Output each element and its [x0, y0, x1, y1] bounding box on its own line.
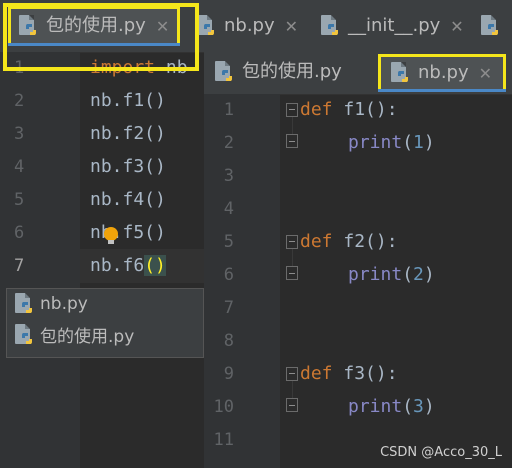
matched-paren: () — [144, 255, 166, 276]
autocomplete-label: nb.py — [40, 294, 88, 314]
line-number: 7 — [223, 298, 234, 318]
builtin-call: print — [348, 132, 403, 153]
close-icon[interactable]: ✕ — [450, 17, 463, 36]
tab-label: nb.py — [418, 62, 469, 83]
fold-toggle-icon[interactable] — [286, 367, 298, 381]
close-icon[interactable]: ✕ — [285, 17, 298, 36]
line-number: 1 — [223, 100, 234, 120]
python-file-icon — [214, 61, 234, 83]
builtin-call: print — [348, 264, 403, 285]
number-literal: 3 — [413, 396, 424, 417]
line-number: 8 — [223, 331, 234, 351]
line-number: 6 — [14, 223, 25, 243]
code-line[interactable]: nb.f4() — [90, 189, 166, 210]
number-literal: 1 — [413, 132, 424, 153]
line-number: 2 — [223, 133, 234, 153]
line-number: 3 — [14, 124, 25, 144]
tab-baodeshiyong[interactable]: 包的使用.py — [214, 52, 342, 92]
autocomplete-item[interactable]: nb.py — [14, 293, 88, 315]
function-signature: f3(): — [332, 363, 398, 384]
code-line[interactable]: print(1) — [348, 132, 435, 153]
keyword: def — [300, 231, 333, 252]
code-line[interactable]: nb.f1() — [90, 90, 166, 111]
line-number: 9 — [223, 364, 234, 384]
builtin-call: print — [348, 396, 403, 417]
python-file-icon — [14, 323, 34, 346]
tab-label: __init__.py — [348, 15, 441, 36]
code-line[interactable]: def f2(): — [300, 231, 398, 252]
line-number: 4 — [14, 157, 25, 177]
line-number: 3 — [223, 166, 234, 186]
code-text: nb.f6 — [90, 255, 145, 276]
fold-guide — [292, 116, 293, 134]
code-line[interactable]: print(3) — [348, 396, 435, 417]
python-file-icon — [480, 15, 500, 37]
fold-guide — [292, 248, 293, 266]
python-file-icon — [14, 293, 34, 315]
code-line[interactable]: def f3(): — [300, 363, 398, 384]
line-number: 5 — [223, 232, 234, 252]
tab-nb[interactable]: nb.py ✕ — [196, 6, 298, 46]
autocomplete-item[interactable]: 包的使用.py — [14, 322, 134, 347]
tab-label: 包的使用.py — [242, 61, 342, 82]
tab-overflow[interactable] — [480, 6, 500, 46]
number-literal: 2 — [413, 264, 424, 285]
function-signature: f1(): — [332, 99, 398, 120]
line-number: 6 — [223, 265, 234, 285]
code-line[interactable]: nb.f5() — [90, 222, 166, 243]
line-number: 7 — [14, 256, 25, 276]
right-tab-bar: 包的使用.py nb.py ✕ — [204, 52, 512, 95]
autocomplete-label: 包的使用.py — [40, 327, 135, 347]
line-number: 11 — [213, 430, 234, 450]
close-icon[interactable]: ✕ — [479, 64, 492, 83]
code-line[interactable]: nb.f3() — [90, 156, 166, 177]
fold-toggle-icon[interactable] — [286, 103, 298, 117]
line-number: 5 — [14, 190, 25, 210]
lightbulb-icon[interactable] — [104, 227, 118, 244]
fold-end-icon — [286, 398, 298, 412]
tab-label: nb.py — [224, 15, 275, 36]
line-number: 2 — [14, 91, 25, 111]
fold-end-icon — [286, 134, 298, 148]
python-file-icon — [320, 15, 340, 37]
code-line[interactable]: def f1(): — [300, 99, 398, 120]
code-line[interactable]: nb.f2() — [90, 123, 166, 144]
line-number: 4 — [223, 199, 234, 219]
fold-end-icon — [286, 266, 298, 280]
python-file-icon — [196, 15, 216, 37]
code-line[interactable]: nb.f6() — [90, 255, 166, 276]
watermark: CSDN @Acco_30_L — [380, 445, 502, 460]
tab-init[interactable]: __init__.py ✕ — [320, 6, 464, 46]
keyword: def — [300, 363, 333, 384]
tab-nb[interactable]: nb.py ✕ — [378, 54, 506, 92]
fold-toggle-icon[interactable] — [286, 235, 298, 249]
function-signature: f2(): — [332, 231, 398, 252]
keyword: def — [300, 99, 333, 120]
fold-guide — [292, 380, 293, 398]
code-line[interactable]: print(2) — [348, 264, 435, 285]
line-number: 10 — [213, 397, 234, 417]
highlight-box — [3, 3, 199, 71]
python-file-icon — [390, 62, 410, 84]
